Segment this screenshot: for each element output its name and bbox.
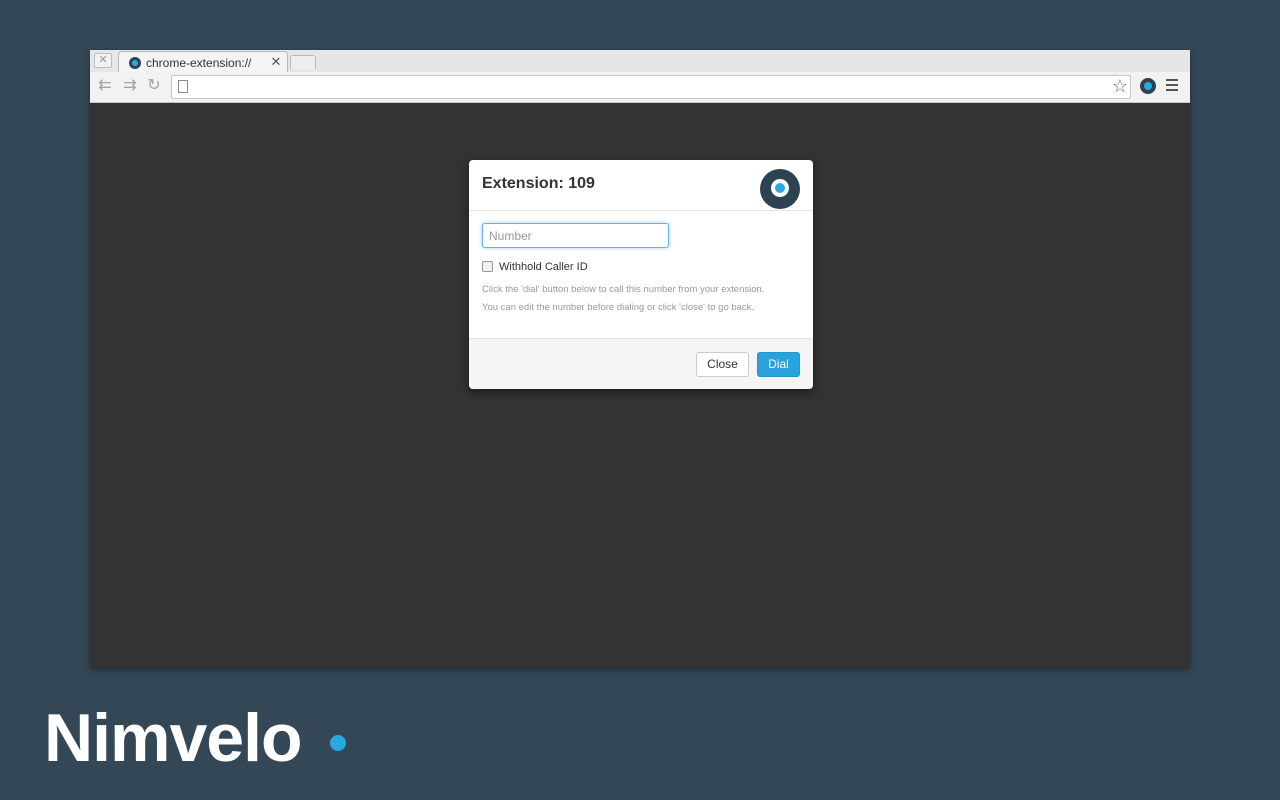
dialog-footer: Close Dial xyxy=(469,338,813,389)
dial-button[interactable]: Dial xyxy=(757,352,800,377)
tab-favicon-icon xyxy=(129,57,141,69)
star-icon[interactable]: ☆ xyxy=(1110,76,1130,96)
reload-icon[interactable]: ↻ xyxy=(144,76,164,96)
back-arrow-icon[interactable]: ⇇ xyxy=(95,76,115,96)
address-bar[interactable] xyxy=(171,75,1131,99)
dialog-title: Extension: 109 xyxy=(482,175,595,192)
browser-window: ✕ chrome-extension:// ✕ ⇇ ⇉ ↻ ☆ Extensio… xyxy=(90,50,1190,668)
help-text-line-1: Click the 'dial' button below to call th… xyxy=(482,284,765,295)
tab-close-icon[interactable]: ✕ xyxy=(270,54,282,70)
forward-arrow-icon[interactable]: ⇉ xyxy=(120,76,140,96)
withhold-caller-id-label: Withhold Caller ID xyxy=(499,261,588,273)
close-button[interactable]: Close xyxy=(696,352,749,377)
menu-icon[interactable] xyxy=(1166,79,1178,93)
dialog-header: Extension: 109 xyxy=(469,160,813,211)
extension-icon[interactable] xyxy=(1140,78,1156,94)
nimvelo-brand-logo: Nimvelo xyxy=(44,698,346,778)
withhold-caller-id-checkbox[interactable] xyxy=(482,261,493,272)
tab-title: chrome-extension:// xyxy=(146,56,252,70)
dial-dialog: Extension: 109 Withhold Caller ID Click … xyxy=(469,160,813,389)
new-tab-button[interactable] xyxy=(290,55,316,69)
window-close-button[interactable]: ✕ xyxy=(94,53,112,68)
help-text-line-2: You can edit the number before dialing o… xyxy=(482,302,755,313)
tab-strip: ✕ chrome-extension:// ✕ xyxy=(90,50,1190,73)
page-icon xyxy=(178,80,188,93)
browser-toolbar: ⇇ ⇉ ↻ ☆ xyxy=(90,72,1190,103)
number-input[interactable] xyxy=(482,223,669,248)
brand-wordmark: Nimvelo xyxy=(44,700,303,776)
brand-dot-icon xyxy=(330,735,346,751)
browser-tab[interactable]: chrome-extension:// ✕ xyxy=(118,51,288,73)
nimvelo-logo-icon xyxy=(760,169,800,209)
